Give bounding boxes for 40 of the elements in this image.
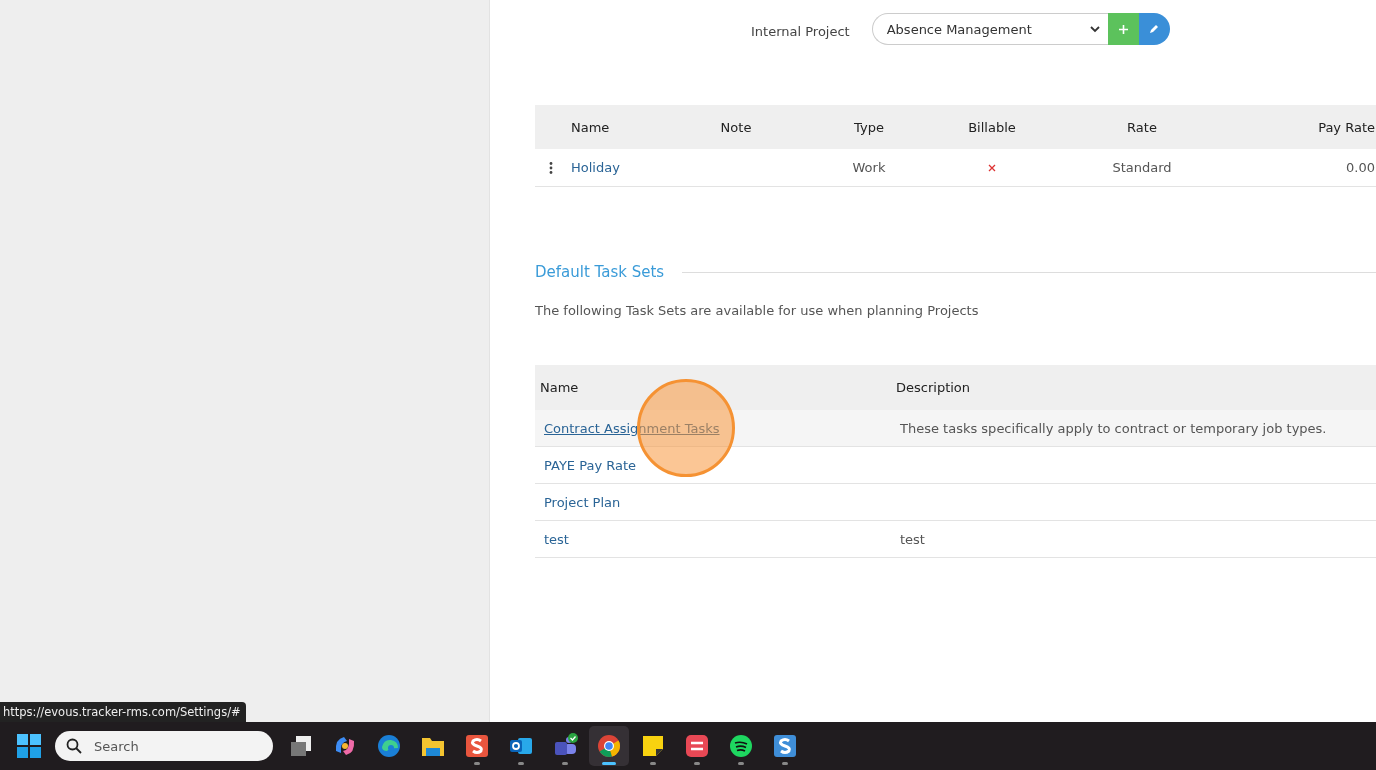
table-row[interactable]: Contract Assignment Tasks These tasks specifically apply to contract or temporary job types. <box>535 410 1376 447</box>
table-cell: 0.00 <box>1346 160 1375 175</box>
task-link[interactable]: Holiday <box>571 160 671 175</box>
column-header: Description <box>896 380 972 395</box>
browser-icon <box>596 733 622 759</box>
table-cell: These tasks specifically apply to contract or temporary job types. <box>900 420 1327 436</box>
edit-button[interactable] <box>1138 13 1170 45</box>
task-set-link[interactable]: Project Plan <box>544 494 621 510</box>
column-header: Pay Rate <box>1317 119 1375 135</box>
pencil-icon <box>1149 24 1160 34</box>
field-label: Internal Project <box>751 23 850 39</box>
taskbar-button[interactable] <box>589 726 629 766</box>
column-header: Name <box>571 119 611 135</box>
task-set-link[interactable]: Contract Assignment Tasks <box>544 420 720 436</box>
windows-start-icon[interactable] <box>17 734 41 758</box>
s-tile-icon <box>464 733 490 759</box>
column-header: Name <box>540 380 580 395</box>
status-url: https://evous.tracker-rms.com/Settings/# <box>0 702 246 722</box>
windows-stack-icon <box>288 733 314 759</box>
column-header: Billable <box>967 119 1017 135</box>
wave-icon <box>376 733 402 759</box>
table-cell: test <box>900 531 925 547</box>
search-icon <box>66 738 82 754</box>
table-cell: Standard <box>1112 160 1172 175</box>
search-field[interactable]: Search <box>55 731 273 761</box>
section-description: The following Task Sets are available for use when planning Projects <box>535 303 980 318</box>
stripes-app-icon <box>684 733 710 759</box>
kebab-menu-icon[interactable] <box>549 161 553 174</box>
table-cell: Work <box>852 160 886 175</box>
column-header: Type <box>853 119 885 135</box>
s-square-icon <box>772 733 798 759</box>
sticky-note-icon <box>640 733 666 759</box>
plus-icon <box>1118 24 1128 34</box>
chevron-icon <box>1089 25 1100 33</box>
section-title: Default Task Sets <box>535 263 665 281</box>
task-set-link[interactable]: PAYE Pay Rate <box>544 457 637 473</box>
column-header: Note <box>719 119 753 135</box>
column-header: Rate <box>1126 119 1158 135</box>
task-set-link[interactable]: test <box>544 531 569 547</box>
music-app-icon <box>728 733 754 759</box>
